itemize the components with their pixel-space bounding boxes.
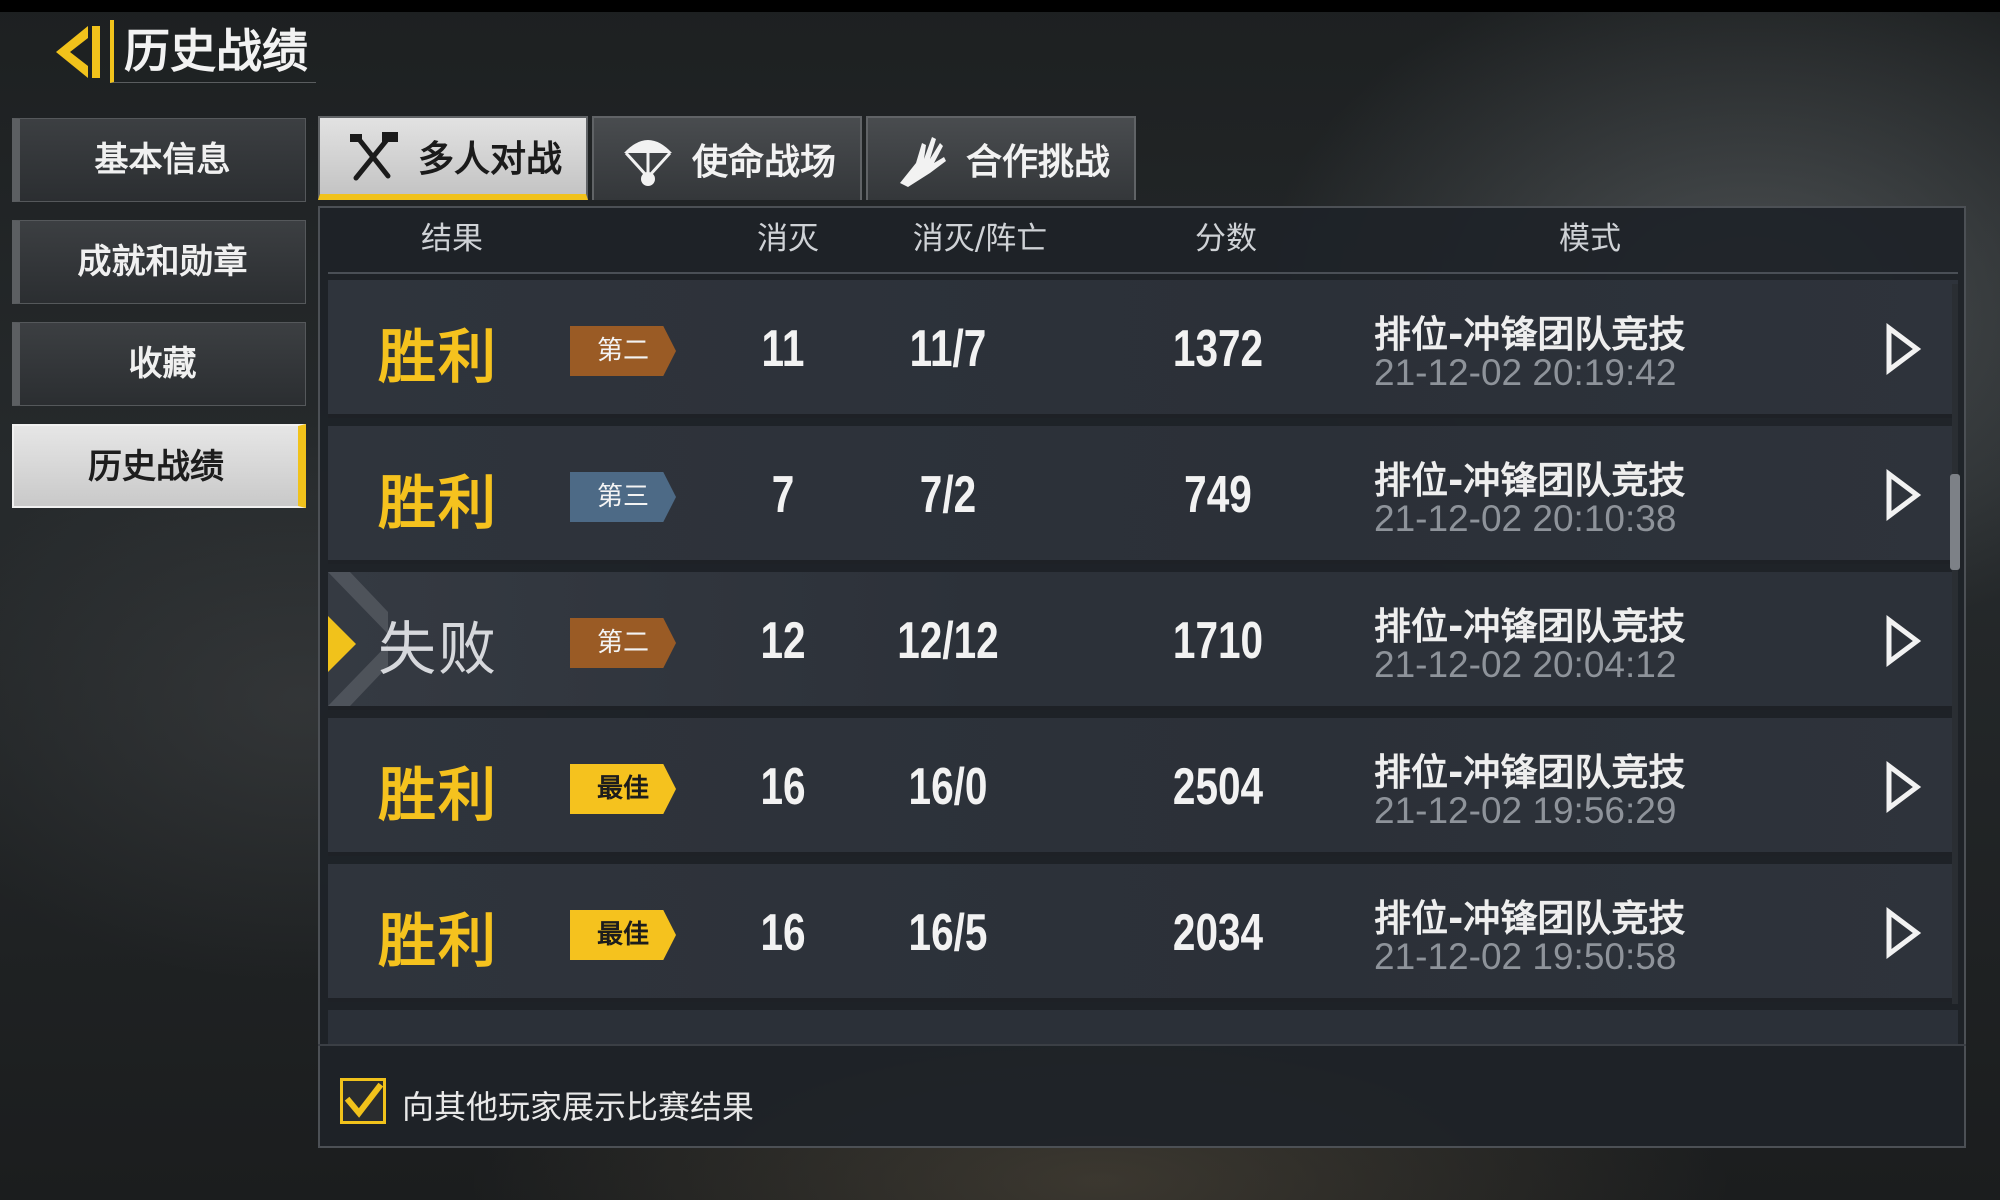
match-row[interactable]: 胜利 第二 11 11/7 1372 排位-冲锋团队竞技 21-12-02 20… bbox=[328, 280, 1958, 418]
score-value: 749 bbox=[1184, 466, 1252, 524]
kills-value: 12 bbox=[760, 612, 806, 670]
sidebar-item-basic-info[interactable]: 基本信息 bbox=[12, 118, 306, 202]
kd-value: 16/0 bbox=[908, 758, 988, 816]
play-arrow-icon[interactable] bbox=[1883, 614, 1923, 668]
match-row[interactable]: 胜利 第三 7 7/2 749 排位-冲锋团队竞技 21-12-02 20:10… bbox=[328, 426, 1958, 564]
match-row[interactable]: 胜利 最佳 16 16/5 2034 排位-冲锋团队竞技 21-12-02 19… bbox=[328, 864, 1958, 1002]
play-arrow-icon[interactable] bbox=[1883, 906, 1923, 960]
match-row-selected[interactable]: 失败 第二 12 12/12 1710 排位-冲锋团队竞技 21-12-02 2… bbox=[328, 572, 1958, 710]
footer-divider bbox=[318, 1044, 1966, 1046]
game-mode: 排位-冲锋团队竞技 bbox=[1374, 605, 1686, 648]
kills-value: 7 bbox=[771, 466, 795, 524]
status-bar bbox=[0, 0, 2000, 12]
kills-value: 16 bbox=[760, 758, 806, 816]
match-time: 21-12-02 20:10:38 bbox=[1374, 498, 1677, 539]
show-results-label: 向其他玩家展示比赛结果 bbox=[402, 1088, 755, 1126]
kills-value: 16 bbox=[760, 904, 806, 962]
sidebar-item-collection[interactable]: 收藏 bbox=[12, 322, 306, 406]
scrollbar-thumb[interactable] bbox=[1950, 474, 1960, 570]
match-result: 胜利 bbox=[378, 469, 499, 537]
column-header-result: 结果 bbox=[421, 221, 483, 257]
tab-multiplayer[interactable]: 多人对战 bbox=[318, 116, 588, 200]
kd-value: 12/12 bbox=[897, 612, 999, 670]
match-result: 胜利 bbox=[378, 323, 499, 391]
score-value: 1710 bbox=[1172, 612, 1264, 670]
scrollbar-track[interactable] bbox=[1952, 284, 1958, 1004]
tab-coop-challenge-label: 合作挑战 bbox=[965, 142, 1110, 183]
play-arrow-icon[interactable] bbox=[1883, 468, 1923, 522]
zombie-hand-icon bbox=[899, 137, 946, 187]
tab-battle-royale-label: 使命战场 bbox=[691, 142, 836, 183]
crossed-weapons-icon bbox=[349, 132, 398, 181]
tab-coop-challenge[interactable]: 合作挑战 bbox=[866, 116, 1136, 200]
rank-badge: 第二 bbox=[570, 326, 676, 376]
tab-battle-royale[interactable]: 使命战场 bbox=[592, 116, 862, 200]
game-mode: 排位-冲锋团队竞技 bbox=[1374, 313, 1686, 356]
match-time: 21-12-02 19:50:58 bbox=[1374, 936, 1677, 977]
score-value: 1372 bbox=[1172, 320, 1264, 378]
parachute-icon bbox=[623, 140, 672, 186]
match-time: 21-12-02 19:56:29 bbox=[1374, 790, 1677, 831]
tab-multiplayer-label: 多人对战 bbox=[417, 139, 562, 180]
match-result: 胜利 bbox=[378, 907, 499, 975]
column-header-mode: 模式 bbox=[1559, 221, 1621, 257]
play-arrow-icon[interactable] bbox=[1883, 760, 1923, 814]
header-divider bbox=[328, 272, 1958, 274]
match-row[interactable]: 胜利 最佳 16 16/0 2504 排位-冲锋团队竞技 21-12-02 19… bbox=[328, 718, 1958, 856]
kd-value: 16/5 bbox=[908, 904, 988, 962]
page-title: 历史战绩 bbox=[110, 20, 316, 83]
match-result: 胜利 bbox=[378, 761, 499, 829]
sidebar-item-history[interactable]: 历史战绩 bbox=[12, 424, 306, 508]
sidebar-item-achievements[interactable]: 成就和勋章 bbox=[12, 220, 306, 304]
column-header-kd: 消灭/阵亡 bbox=[912, 221, 1048, 257]
rank-badge: 最佳 bbox=[570, 764, 676, 814]
column-header-score: 分数 bbox=[1195, 221, 1257, 257]
back-button[interactable] bbox=[48, 22, 108, 82]
score-value: 2504 bbox=[1172, 758, 1264, 816]
show-results-checkbox[interactable] bbox=[340, 1078, 386, 1124]
kd-value: 11/7 bbox=[909, 320, 987, 378]
score-value: 2034 bbox=[1172, 904, 1264, 962]
kills-value: 11 bbox=[761, 320, 805, 378]
match-result: 失败 bbox=[378, 615, 499, 683]
match-time: 21-12-02 20:04:12 bbox=[1374, 644, 1677, 685]
column-header-kills: 消灭 bbox=[757, 221, 819, 257]
game-mode: 排位-冲锋团队竞技 bbox=[1374, 1034, 1683, 1044]
checkmark-icon bbox=[344, 1082, 384, 1118]
game-mode: 排位-冲锋团队竞技 bbox=[1374, 897, 1686, 940]
back-arrow-icon bbox=[56, 26, 100, 78]
game-mode: 排位-冲锋团队竞技 bbox=[1374, 751, 1686, 794]
rank-badge: 第二 bbox=[570, 618, 676, 668]
selected-marker-icon bbox=[328, 616, 356, 672]
match-time: 21-12-02 20:19:42 bbox=[1374, 352, 1677, 393]
play-arrow-icon[interactable] bbox=[1883, 322, 1923, 376]
rank-badge: 第三 bbox=[570, 472, 676, 522]
match-row-partial[interactable]: 排位-冲锋团队竞技 bbox=[328, 1010, 1958, 1044]
kd-value: 7/2 bbox=[919, 466, 977, 524]
game-mode: 排位-冲锋团队竞技 bbox=[1374, 459, 1686, 502]
rank-badge: 最佳 bbox=[570, 910, 676, 960]
